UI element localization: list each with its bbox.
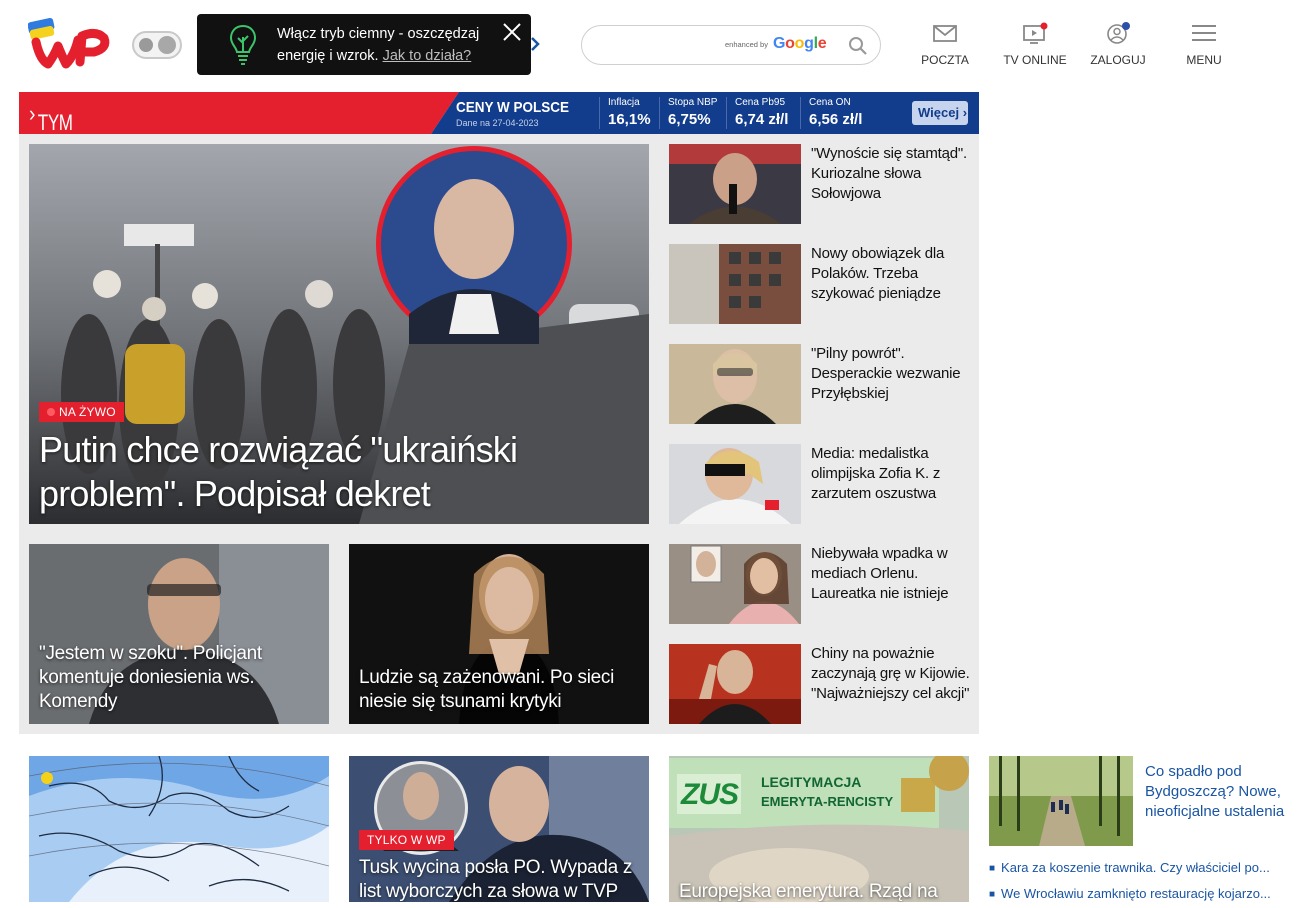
indicator-inflacja: Inflacja 16,1% [599, 97, 651, 129]
card-text: EMERYTA-RENCISTY [761, 794, 894, 809]
indicator-value: 6,74 zł/l [735, 111, 789, 128]
side-news-item[interactable]: "Wynoście się stamtąd". Kuriozalne słowa… [669, 144, 969, 224]
hero-title[interactable]: Putin chce rozwiązać "ukraiński problem"… [39, 428, 639, 516]
nav-label: POCZTA [921, 53, 969, 67]
tv-icon [1023, 22, 1048, 44]
mail-icon [933, 25, 957, 42]
dark-mode-tooltip: Włącz tryb ciemny - oszczędzaj energię i… [197, 14, 540, 75]
indicator-value: 16,1% [608, 111, 651, 128]
thumbnail-image [669, 244, 801, 324]
exclusive-badge: TYLKO W WP [359, 830, 454, 850]
nav-label: TV ONLINE [1003, 53, 1067, 67]
side-news-title: Niebywała wpadka w mediach Orlenu. Laure… [811, 545, 949, 602]
nav-poczta[interactable]: POCZTA [915, 22, 975, 72]
side-news-item[interactable]: Nowy obowiązek dla Polaków. Trzeba szyko… [669, 244, 969, 324]
more-prices-button[interactable]: Więcej › [912, 101, 968, 125]
news-tile-tusk[interactable]: TYLKO W WP Tusk wycina posła PO. Wypada … [349, 756, 649, 902]
side-news-title: Media: medalistka olimpijska Zofia K. z … [811, 445, 941, 502]
side-news-item[interactable]: "Pilny powrót". Desperackie wezwanie Prz… [669, 344, 969, 424]
tym-zyje-polska-banner[interactable]: TYM ŻYJE POLSKA › [19, 92, 459, 134]
enhanced-by-label: enhanced by [725, 40, 768, 49]
toggle-knob [158, 36, 176, 54]
side-news-title: Nowy obowiązek dla Polaków. Trzeba szyko… [811, 245, 945, 302]
list-item[interactable]: ■ We Wrocławiu zamknięto restaurację koja… [989, 882, 1299, 908]
nav-zaloguj[interactable]: ZALOGUJ [1088, 22, 1148, 72]
nav-tv-online[interactable]: TV ONLINE [1000, 22, 1070, 72]
lightbulb-icon [229, 24, 257, 65]
list-item[interactable]: ■ Kara za koszenie trawnika. Czy właścici… [989, 856, 1299, 882]
zus-logo: ZUS [681, 778, 739, 811]
tile-title: Tusk wycina posła PO. Wypada z list wybo… [359, 857, 633, 902]
live-badge: NA ŻYWO [39, 402, 124, 422]
user-icon [1107, 22, 1130, 44]
nav-label: ZALOGUJ [1090, 53, 1146, 67]
dark-mode-tip-text: Włącz tryb ciemny - oszczędzaj energię i… [277, 23, 487, 67]
tile-title: "Jestem w szoku". Policjant komentuje do… [39, 643, 262, 712]
bullet-icon: ■ [989, 889, 996, 900]
side-news-item[interactable]: Media: medalistka olimpijska Zofia K. z … [669, 444, 969, 524]
more-label: Więcej [918, 105, 960, 120]
side-news-title: Chiny na poważnie zaczynają grę w Kijowi… [811, 645, 970, 702]
indicator-stopa-nbp: Stopa NBP 6,75% [659, 97, 717, 129]
hero-article[interactable]: NA ŻYWO Putin chce rozwiązać "ukraiński … [29, 144, 649, 524]
side-news-title: "Wynoście się stamtąd". Kuriozalne słowa… [811, 145, 967, 202]
right-column-title[interactable]: Co spadło pod Bydgoszczą? Nowe, nieoficj… [1145, 762, 1295, 822]
forest-thumbnail-image[interactable] [989, 756, 1133, 846]
tile-title: Europejska emerytura. Rząd na [679, 881, 938, 902]
news-tile-weather-map[interactable] [29, 756, 329, 902]
live-dot-icon [47, 408, 55, 416]
chevron-right-icon [531, 37, 540, 51]
card-text: LEGITYMACJA [761, 774, 862, 790]
indicator-label: Cena Pb95 [735, 97, 786, 108]
badge-label: NA ŻYWO [59, 405, 116, 419]
indicator-value: 6,56 zł/l [809, 111, 863, 128]
thumbnail-image [669, 544, 801, 624]
weather-map-image [29, 756, 329, 902]
side-news-item[interactable]: Niebywała wpadka w mediach Orlenu. Laure… [669, 544, 969, 624]
nav-menu[interactable]: MENU [1176, 22, 1232, 72]
prices-title: CENY W POLSCE [456, 99, 570, 116]
side-news-item[interactable]: Chiny na poważnie zaczynają grę w Kijowi… [669, 644, 970, 724]
search-box[interactable]: enhanced by Google [581, 25, 881, 65]
bullet-icon: ■ [989, 863, 996, 874]
indicator-label: Cena ON [809, 97, 851, 108]
thumbnail-image [669, 144, 801, 224]
hamburger-icon [1192, 25, 1216, 41]
nav-label: MENU [1186, 53, 1222, 67]
side-news-title: "Pilny powrót". Desperackie wezwanie Prz… [811, 345, 961, 402]
badge-label: TYLKO W WP [367, 833, 446, 847]
tile-title: Ludzie są zażenowani. Po sieci niesie si… [359, 667, 615, 712]
right-column-links: ■ Kara za koszenie trawnika. Czy właścici… [989, 856, 1299, 908]
headline-band: TYM ŻYJE POLSKA › CENY W POLSCE Dane na … [19, 92, 979, 134]
dark-mode-toggle[interactable] [132, 31, 182, 59]
indicator-on: Cena ON 6,56 zł/l [800, 97, 862, 129]
news-tile-emerytura[interactable]: ZUS LEGITYMACJA EMERYTA-RENCISTY Europej… [669, 756, 969, 902]
moon-icon [139, 38, 153, 52]
prices-date: Dane na 27-04-2023 [456, 118, 539, 128]
news-tile-zazenowani[interactable]: Ludzie są zażenowani. Po sieci niesie si… [349, 544, 649, 724]
indicator-value: 6,75% [668, 111, 711, 128]
indicator-label: Inflacja [608, 97, 640, 108]
tip-link[interactable]: Jak to działa? [383, 48, 472, 64]
news-tile-policjant[interactable]: "Jestem w szoku". Policjant komentuje do… [29, 544, 329, 724]
link-text: Kara za koszenie trawnika. Czy właścicie… [1001, 860, 1270, 875]
header: Włącz tryb ciemny - oszczędzaj energię i… [0, 0, 1316, 90]
search-icon[interactable] [848, 36, 868, 56]
indicator-pb95: Cena Pb95 6,74 zł/l [726, 97, 788, 129]
close-icon[interactable] [500, 20, 524, 44]
google-logo: Google [773, 35, 827, 52]
wp-logo[interactable] [28, 16, 112, 72]
thumbnail-image [669, 644, 801, 724]
link-text: We Wrocławiu zamknięto restaurację kojar… [1001, 886, 1271, 901]
indicator-label: Stopa NBP [668, 97, 718, 108]
thumbnail-image [669, 344, 801, 424]
main-news-panel: NA ŻYWO Putin chce rozwiązać "ukraiński … [19, 134, 979, 734]
thumbnail-image [669, 444, 801, 524]
